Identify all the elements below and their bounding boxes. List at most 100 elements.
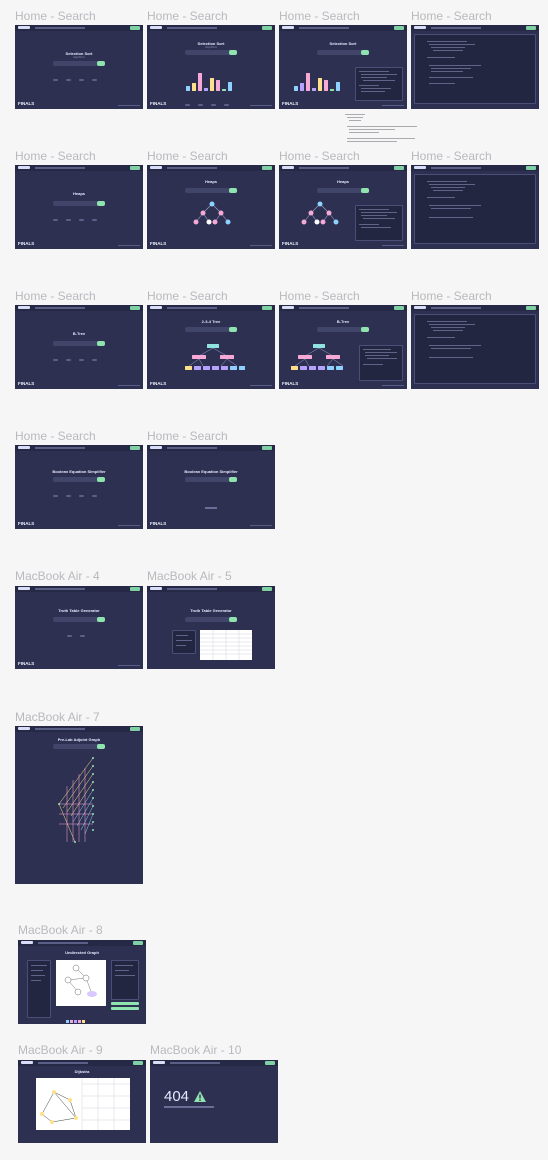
- artboard-selection-sort-code[interactable]: Selection Sort FINALS: [279, 25, 407, 109]
- login-button[interactable]: [262, 166, 272, 170]
- artboard-code-fullscreen[interactable]: [411, 25, 539, 109]
- search-input[interactable]: [185, 327, 237, 332]
- search-input[interactable]: [185, 477, 237, 482]
- login-button[interactable]: [130, 446, 140, 450]
- login-button[interactable]: [262, 306, 272, 310]
- artboard-heaps-code[interactable]: Heaps FINALS: [279, 165, 407, 249]
- artboard-234-tree[interactable]: 2-3-4 Tree FINALS: [147, 305, 275, 389]
- top-nav: [150, 1060, 278, 1066]
- frame-label: MacBook Air - 5: [147, 569, 232, 583]
- artboard-selection-sort-bars[interactable]: Selection Sort Algorithms FINALS: [147, 25, 275, 109]
- frame-label: Home - Search: [15, 429, 96, 443]
- artboard-404[interactable]: 404: [150, 1060, 278, 1143]
- code-editor[interactable]: [414, 314, 536, 384]
- search-input[interactable]: [317, 327, 369, 332]
- artboard-heaps-home[interactable]: Heaps FINALS: [15, 165, 143, 249]
- search-input[interactable]: [185, 617, 237, 622]
- login-button[interactable]: [130, 306, 140, 310]
- artboard-adjoint-graph[interactable]: Pre-Lab Adjoint Graph: [15, 726, 143, 884]
- login-button[interactable]: [394, 26, 404, 30]
- search-button[interactable]: [361, 327, 369, 332]
- filter-chips[interactable]: [185, 93, 237, 106]
- login-button[interactable]: [262, 587, 272, 591]
- login-button[interactable]: [526, 26, 536, 30]
- brand-logo: FINALS: [150, 381, 167, 386]
- search-button[interactable]: [97, 477, 105, 482]
- search-input[interactable]: [53, 61, 105, 66]
- code-panel[interactable]: [359, 345, 403, 381]
- search-input[interactable]: [185, 188, 237, 193]
- artboard-boolean-result[interactable]: Boolean Equation Simplifier FINALS: [147, 445, 275, 529]
- search-button[interactable]: [97, 744, 105, 749]
- login-button[interactable]: [526, 166, 536, 170]
- search-button[interactable]: [229, 617, 237, 622]
- bars-area: [293, 72, 343, 91]
- color-swatches[interactable]: [66, 1010, 85, 1023]
- search-input[interactable]: [185, 50, 237, 55]
- heap-tree: [301, 201, 339, 225]
- artboard-code-fullscreen[interactable]: [411, 305, 539, 389]
- login-button[interactable]: [133, 941, 143, 945]
- artboard-selection-sort-home[interactable]: Selection Sort Algorithms FINALS: [15, 25, 143, 109]
- login-button[interactable]: [130, 166, 140, 170]
- search-input[interactable]: [53, 617, 105, 622]
- code-editor[interactable]: [414, 34, 536, 104]
- search-button[interactable]: [229, 477, 237, 482]
- search-input[interactable]: [53, 744, 105, 749]
- search-button[interactable]: [97, 341, 105, 346]
- login-button[interactable]: [130, 587, 140, 591]
- artboard-btree-code[interactable]: B-Tree FINALS: [279, 305, 407, 389]
- login-button[interactable]: [526, 306, 536, 310]
- search-button[interactable]: [361, 50, 369, 55]
- truth-table: [200, 630, 252, 660]
- login-button[interactable]: [130, 26, 140, 30]
- login-button[interactable]: [262, 446, 272, 450]
- filter-chips[interactable]: [53, 208, 105, 221]
- artboard-btree-home[interactable]: B-Tree FINALS: [15, 305, 143, 389]
- reset-button[interactable]: [111, 1007, 139, 1010]
- filter-chips[interactable]: [53, 68, 105, 81]
- login-button[interactable]: [265, 1061, 275, 1065]
- artboard-boolean-home[interactable]: Boolean Equation Simplifier FINALS: [15, 445, 143, 529]
- search-button[interactable]: [97, 61, 105, 66]
- search-input[interactable]: [317, 188, 369, 193]
- search-button[interactable]: [229, 327, 237, 332]
- run-button[interactable]: [111, 1002, 139, 1005]
- login-button[interactable]: [394, 306, 404, 310]
- artboard-heaps-tree[interactable]: Heaps FINALS: [147, 165, 275, 249]
- frame-label: Home - Search: [147, 9, 228, 23]
- top-nav: [147, 305, 275, 311]
- filter-chips[interactable]: [53, 348, 105, 361]
- login-button[interactable]: [262, 26, 272, 30]
- right-sidebar-panel[interactable]: [111, 960, 139, 1000]
- left-sidebar-panel[interactable]: [27, 960, 51, 1018]
- code-panel[interactable]: [355, 67, 403, 101]
- search-input[interactable]: [53, 341, 105, 346]
- variables-panel: [172, 630, 196, 654]
- search-input[interactable]: [53, 201, 105, 206]
- filter-chips[interactable]: [67, 624, 93, 637]
- login-button[interactable]: [130, 727, 140, 731]
- filter-chips[interactable]: [36, 1134, 88, 1136]
- search-input[interactable]: [317, 50, 369, 55]
- search-button[interactable]: [229, 188, 237, 193]
- search-input[interactable]: [53, 477, 105, 482]
- artboard-truth-table-result[interactable]: Truth Table Generator: [147, 586, 275, 669]
- page-title: Pre-Lab Adjoint Graph: [57, 737, 101, 742]
- artboard-dijkstra[interactable]: Dijkstra: [18, 1060, 146, 1143]
- login-button[interactable]: [133, 1061, 143, 1065]
- login-button[interactable]: [394, 166, 404, 170]
- code-editor[interactable]: [414, 174, 536, 244]
- footer-text: [118, 104, 140, 106]
- artboard-undirected-graph[interactable]: Undirected Graph: [18, 940, 146, 1024]
- top-nav: [15, 165, 143, 171]
- code-panel[interactable]: [355, 205, 403, 241]
- page-title: Truth Table Generator: [58, 608, 100, 613]
- search-button[interactable]: [97, 617, 105, 622]
- artboard-code-fullscreen[interactable]: [411, 165, 539, 249]
- filter-chips[interactable]: [53, 484, 105, 497]
- search-button[interactable]: [97, 201, 105, 206]
- artboard-truth-table-home[interactable]: Truth Table Generator FINALS: [15, 586, 143, 669]
- search-button[interactable]: [361, 188, 369, 193]
- search-button[interactable]: [229, 50, 237, 55]
